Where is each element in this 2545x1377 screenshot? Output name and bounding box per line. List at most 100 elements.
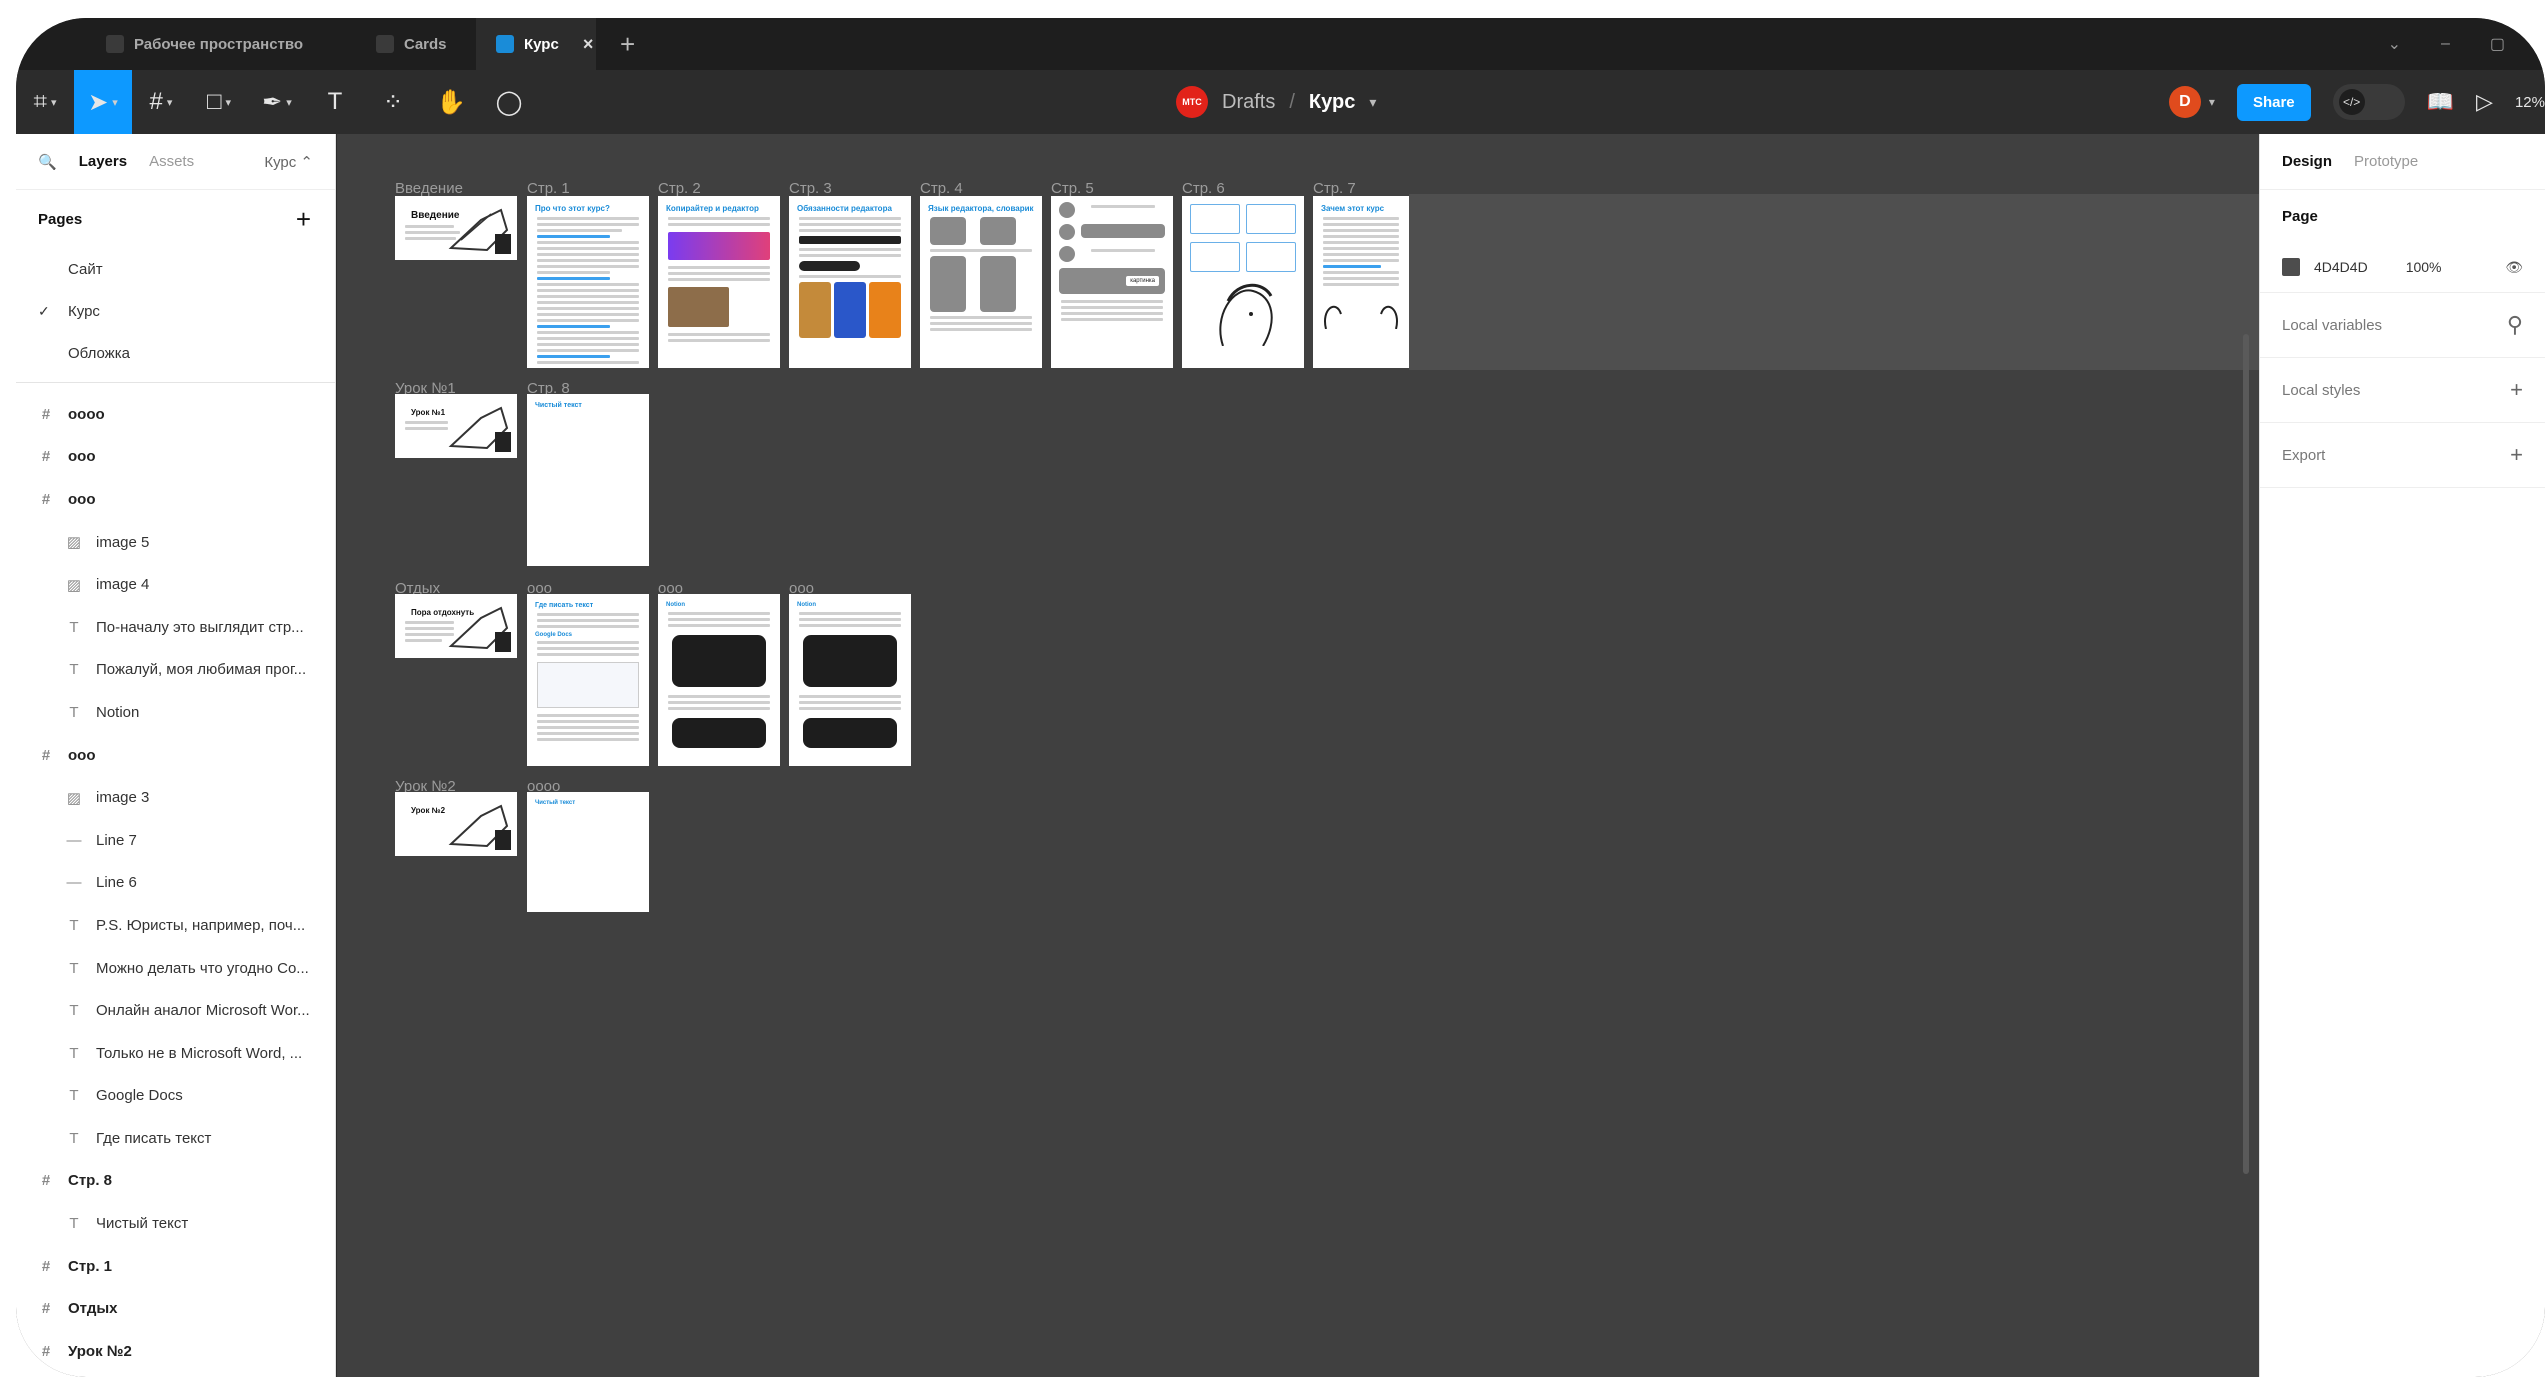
zoom-level[interactable]: 12% <box>2515 94 2545 111</box>
present-icon[interactable]: ▷ <box>2476 89 2493 115</box>
layer-item[interactable]: # oooo <box>16 393 335 436</box>
vertical-scrollbar[interactable] <box>2243 334 2249 1174</box>
layer-item[interactable]: — Line 6 <box>16 862 335 905</box>
file-title: МТС Drafts / Курс ▾ <box>1176 70 1376 134</box>
text-tool-button[interactable]: T <box>306 70 364 134</box>
eye-icon[interactable]: 👁 <box>2505 259 2523 276</box>
layer-item[interactable]: ▨ image 5 <box>16 521 335 564</box>
frame-page-7[interactable]: Зачем этот курс <box>1313 196 1409 368</box>
frame-page-4[interactable]: Язык редактора, словарик <box>920 196 1042 368</box>
dev-mode-toggle[interactable]: </> <box>2332 84 2405 120</box>
frame-label[interactable]: Стр. 2 <box>658 180 701 197</box>
page-color-row[interactable]: 4D4D4D 100% 👁 <box>2282 242 2523 292</box>
layer-item[interactable]: T Можно делать что угодно Co... <box>16 947 335 990</box>
frame-page-6[interactable] <box>1182 196 1304 368</box>
layer-item[interactable]: # ooo <box>16 478 335 521</box>
page-item[interactable]: ✓ Курс <box>16 290 335 332</box>
layer-item[interactable]: # ooo <box>16 734 335 777</box>
tab-kurs[interactable]: Курс × <box>476 18 596 70</box>
layer-item[interactable]: T Онлайн аналог Microsoft Wor... <box>16 989 335 1032</box>
frame-clean-text[interactable]: Чистый текст <box>527 792 649 912</box>
frame-label[interactable]: Стр. 5 <box>1051 180 1094 197</box>
frame-page-8[interactable]: Чистый текст <box>527 394 649 566</box>
layer-item[interactable]: T Где писать текст <box>16 1117 335 1160</box>
comment-tool-button[interactable]: ◯ <box>480 70 538 134</box>
page-item[interactable]: Сайт <box>16 248 335 290</box>
search-icon[interactable]: 🔍 <box>38 153 57 171</box>
layer-item[interactable]: # Урок №2 <box>16 1330 335 1373</box>
frame-label[interactable]: Стр. 6 <box>1182 180 1225 197</box>
layer-item[interactable]: — Line 7 <box>16 819 335 862</box>
frame-label[interactable]: Стр. 7 <box>1313 180 1356 197</box>
layer-item[interactable]: T Notion <box>16 691 335 734</box>
close-icon[interactable]: × <box>583 34 594 55</box>
line-icon: — <box>66 831 82 849</box>
new-tab-button[interactable]: + <box>596 18 635 70</box>
drafts-link[interactable]: Drafts <box>1222 91 1275 114</box>
frame-notion-1[interactable]: Notion <box>658 594 780 766</box>
library-icon[interactable]: 📖 <box>2427 89 2454 115</box>
layer-item[interactable]: T P.S. Юристы, например, поч... <box>16 904 335 947</box>
tab-workspace[interactable]: Рабочее пространство <box>16 18 336 70</box>
minimize-icon[interactable]: – <box>2441 35 2450 53</box>
variables-icon[interactable]: ⚲ <box>2507 312 2523 338</box>
tab-layers[interactable]: Layers <box>79 153 127 170</box>
layer-item[interactable]: T По-началу это выглядит стр... <box>16 606 335 649</box>
layer-item[interactable]: ▨ image 4 <box>16 563 335 606</box>
chevron-down-icon[interactable]: ▾ <box>2209 95 2215 109</box>
add-page-button[interactable]: + <box>296 204 311 235</box>
plus-icon[interactable]: + <box>2510 442 2523 468</box>
frame-label[interactable]: Стр. 4 <box>920 180 963 197</box>
page-selector[interactable]: Курс ⌃ <box>264 153 335 171</box>
layer-item[interactable]: # ooo <box>16 436 335 479</box>
export-label[interactable]: Export <box>2282 447 2325 464</box>
color-swatch[interactable] <box>2282 258 2300 276</box>
layer-item[interactable]: T Чистый текст <box>16 1202 335 1245</box>
page-color-value[interactable]: 4D4D4D <box>2314 259 2368 275</box>
move-tool-button[interactable]: ➤ ▾ <box>74 70 132 134</box>
hand-tool-button[interactable]: ✋ <box>422 70 480 134</box>
layer-item[interactable]: # Стр. 1 <box>16 1245 335 1288</box>
layer-item[interactable]: #№1 <box>16 1373 335 1377</box>
frame-page-3[interactable]: Обязанности редактора <box>789 196 911 368</box>
chevron-down-icon[interactable]: ▾ <box>1369 94 1376 111</box>
local-variables-label[interactable]: Local variables <box>2282 317 2382 334</box>
share-button[interactable]: Share <box>2236 83 2311 121</box>
layer-item[interactable]: T Google Docs <box>16 1075 335 1118</box>
frame-label[interactable]: Введение <box>395 180 463 197</box>
layer-item[interactable]: # Отдых <box>16 1287 335 1330</box>
canvas[interactable]: Введение Стр. 1 Стр. 2 Стр. 3 Стр. 4 Стр… <box>337 134 2259 1377</box>
file-name[interactable]: Курс <box>1309 91 1355 114</box>
frame-page-2[interactable]: Копирайтер и редактор <box>658 196 780 368</box>
layer-item[interactable]: T Пожалуй, моя любимая прог... <box>16 649 335 692</box>
shape-tool-button[interactable]: □ ▾ <box>190 70 248 134</box>
frame-intro[interactable]: Введение <box>395 196 517 260</box>
avatar[interactable]: D <box>2168 86 2201 118</box>
chevron-down-icon[interactable]: ⌄ <box>2388 34 2401 54</box>
local-styles-label[interactable]: Local styles <box>2282 382 2360 399</box>
frame-notion-2[interactable]: Notion <box>789 594 911 766</box>
resources-button[interactable]: ⁘ <box>364 70 422 134</box>
frame-lesson-1[interactable]: Урок №1 <box>395 394 517 458</box>
tab-cards[interactable]: Cards <box>336 18 476 70</box>
layer-item[interactable]: ▨ image 3 <box>16 776 335 819</box>
frame-lesson-2[interactable]: Урок №2 <box>395 792 517 856</box>
layer-item[interactable]: T Только не в Microsoft Word, ... <box>16 1032 335 1075</box>
tab-design[interactable]: Design <box>2282 153 2332 170</box>
page-item[interactable]: Обложка <box>16 332 335 374</box>
tab-assets[interactable]: Assets <box>149 153 194 170</box>
frame-where-to-write[interactable]: Где писать текст Google Docs <box>527 594 649 766</box>
pen-tool-button[interactable]: ✒ ▾ <box>248 70 306 134</box>
frame-rest[interactable]: Пора отдохнуть <box>395 594 517 658</box>
frame-label[interactable]: Стр. 1 <box>527 180 570 197</box>
maximize-icon[interactable]: ▢ <box>2490 34 2505 54</box>
layer-item[interactable]: # Стр. 8 <box>16 1160 335 1203</box>
page-opacity-value[interactable]: 100% <box>2406 259 2442 275</box>
frame-page-1[interactable]: Про что этот курс? <box>527 196 649 368</box>
plus-icon[interactable]: + <box>2510 377 2523 403</box>
frame-label[interactable]: Стр. 3 <box>789 180 832 197</box>
frame-page-5[interactable]: картинка <box>1051 196 1173 368</box>
tab-prototype[interactable]: Prototype <box>2354 153 2418 170</box>
frame-tool-button[interactable]: # ▾ <box>132 70 190 134</box>
main-menu-button[interactable]: ⌗ ▾ <box>16 70 74 134</box>
